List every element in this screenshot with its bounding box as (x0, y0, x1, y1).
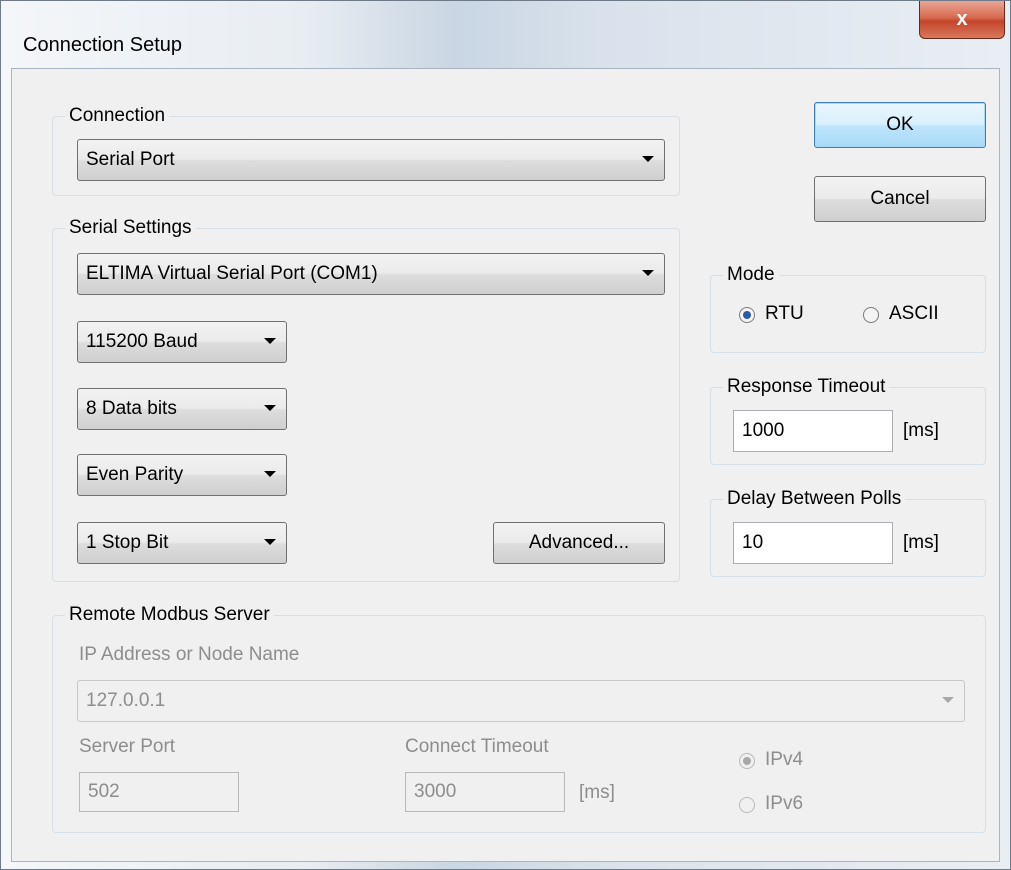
server-port-label: Server Port (79, 736, 176, 757)
data-bits-value: 8 Data bits (86, 398, 177, 419)
remote-modbus-server-group: Remote Modbus Server IP Address or Node … (52, 603, 986, 833)
connect-timeout-value: 3000 (414, 781, 457, 802)
stop-bits-select[interactable]: 1 Stop Bit (77, 522, 287, 564)
mode-rtu-radio[interactable] (739, 307, 755, 323)
ip-address-value: 127.0.0.1 (86, 690, 166, 711)
baud-rate-value: 115200 Baud (86, 331, 198, 352)
serial-port-select[interactable]: ELTIMA Virtual Serial Port (COM1) (77, 253, 665, 295)
ipv6-label: IPv6 (765, 793, 804, 814)
cancel-button[interactable]: Cancel (814, 176, 986, 222)
data-bits-select[interactable]: 8 Data bits (77, 388, 287, 430)
chevron-down-icon (264, 338, 276, 344)
parity-value: Even Parity (86, 464, 184, 485)
ipv6-radio[interactable] (739, 797, 755, 813)
mode-group: Mode RTU ASCII (710, 263, 986, 353)
dialog-client-area: Connection Serial Port Serial Settings E… (11, 68, 1000, 862)
mode-group-label: Mode (723, 263, 779, 287)
ipv4-radio[interactable] (739, 753, 755, 769)
response-timeout-group: Response Timeout 1000 [ms] (710, 375, 986, 465)
serial-port-value: ELTIMA Virtual Serial Port (COM1) (86, 263, 378, 284)
ipv4-option[interactable]: IPv4 (739, 748, 839, 774)
baud-rate-select[interactable]: 115200 Baud (77, 321, 287, 363)
chevron-down-icon (642, 156, 654, 162)
response-timeout-value: 1000 (742, 420, 785, 441)
mode-ascii-radio[interactable] (863, 307, 879, 323)
delay-between-polls-label: Delay Between Polls (723, 487, 906, 511)
connect-timeout-input[interactable]: 3000 (405, 772, 565, 812)
ok-button[interactable]: OK (814, 102, 986, 148)
title-bar: Connection Setup x (1, 1, 1010, 56)
chevron-down-icon (264, 471, 276, 477)
connection-group: Connection Serial Port (52, 104, 680, 196)
chevron-down-icon (642, 270, 654, 276)
connection-setup-window: Connection Setup x Connection Serial Por… (0, 0, 1011, 870)
delay-between-polls-group: Delay Between Polls 10 [ms] (710, 487, 986, 577)
ipv4-label: IPv4 (765, 749, 804, 770)
ip-address-label: IP Address or Node Name (79, 644, 300, 665)
serial-settings-group-label: Serial Settings (65, 216, 196, 240)
mode-ascii-option[interactable]: ASCII (863, 302, 973, 328)
serial-settings-group: Serial Settings ELTIMA Virtual Serial Po… (52, 216, 680, 582)
window-title: Connection Setup (23, 34, 183, 56)
ipv6-option[interactable]: IPv6 (739, 792, 839, 818)
delay-between-polls-value: 10 (742, 532, 764, 553)
response-timeout-label: Response Timeout (723, 375, 890, 399)
parity-select[interactable]: Even Parity (77, 454, 287, 496)
advanced-button[interactable]: Advanced... (493, 522, 665, 564)
server-port-value: 502 (88, 781, 120, 802)
chevron-down-icon (264, 405, 276, 411)
delay-between-polls-input[interactable]: 10 (733, 522, 893, 564)
mode-rtu-label: RTU (765, 303, 804, 324)
response-timeout-unit: [ms] (903, 420, 939, 441)
remote-modbus-server-label: Remote Modbus Server (65, 603, 274, 627)
delay-between-polls-unit: [ms] (903, 532, 939, 553)
stop-bits-value: 1 Stop Bit (86, 532, 169, 553)
close-button[interactable]: x (919, 1, 1005, 39)
mode-ascii-label: ASCII (889, 303, 939, 324)
connection-type-value: Serial Port (86, 149, 175, 170)
mode-rtu-option[interactable]: RTU (739, 302, 829, 328)
close-icon: x (956, 8, 968, 30)
chevron-down-icon (942, 697, 954, 703)
server-port-input[interactable]: 502 (79, 772, 239, 812)
response-timeout-input[interactable]: 1000 (733, 410, 893, 452)
ip-address-input[interactable]: 127.0.0.1 (77, 680, 965, 722)
connect-timeout-unit: [ms] (579, 782, 615, 803)
connection-type-select[interactable]: Serial Port (77, 139, 665, 181)
connect-timeout-label: Connect Timeout (405, 736, 549, 757)
connection-group-label: Connection (65, 104, 170, 128)
chevron-down-icon (264, 539, 276, 545)
